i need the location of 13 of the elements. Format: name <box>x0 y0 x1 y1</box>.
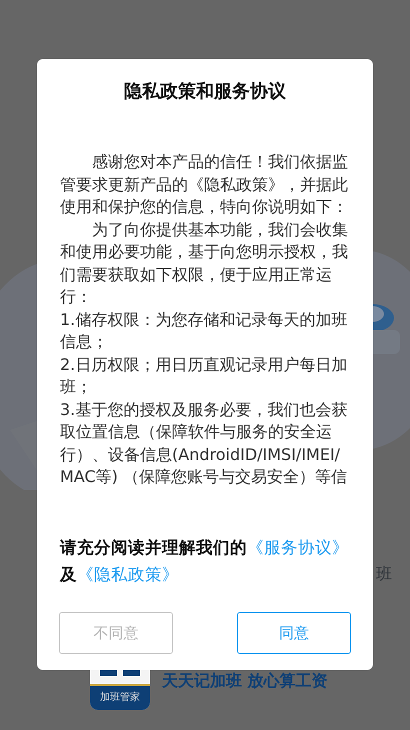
policy-paragraph: 为了向你提供基本功能，我们会收集和使用必要功能，基于向您明示授权，我们需要获取如下权限，便于应用正常运行： <box>60 218 349 308</box>
policy-link[interactable]: 《隐私政策》 <box>77 565 179 584</box>
tagline: 天天记加班 放心算工资 <box>162 671 328 692</box>
policy-paragraph: 1.储存权限：为您存储和记录每天的加班信息； <box>60 308 348 353</box>
agree-button[interactable]: 同意 <box>237 612 351 654</box>
background-text: 班 <box>376 564 392 584</box>
policy-paragraph: 2.日历权限；用日历直观记录用户每日加班； <box>60 354 348 398</box>
policy-link[interactable]: 《服务协议》 <box>247 538 349 557</box>
policy-paragraph: 3.基于您的授权及服务必要，我们也会获取位置信息（保障软件与服务的安全运行）、设备信息(AndroidID/IMSI/IMEI/MAC等) （保障您账号与交易安全）等信 <box>60 398 348 488</box>
consent-notice: 请充分阅读并理解我们的《服务协议》 及《隐私政策》 <box>60 537 350 586</box>
disagree-button[interactable]: 不同意 <box>59 612 173 654</box>
policy-paragraph: 感谢您对本产品的信任！我们依据监管要求更新产品的《隐私政策》，并据此使用和保护您的信息，特向你说明如下： <box>60 151 349 218</box>
dialog-title: 隐私政策和服务协议 <box>123 80 287 104</box>
